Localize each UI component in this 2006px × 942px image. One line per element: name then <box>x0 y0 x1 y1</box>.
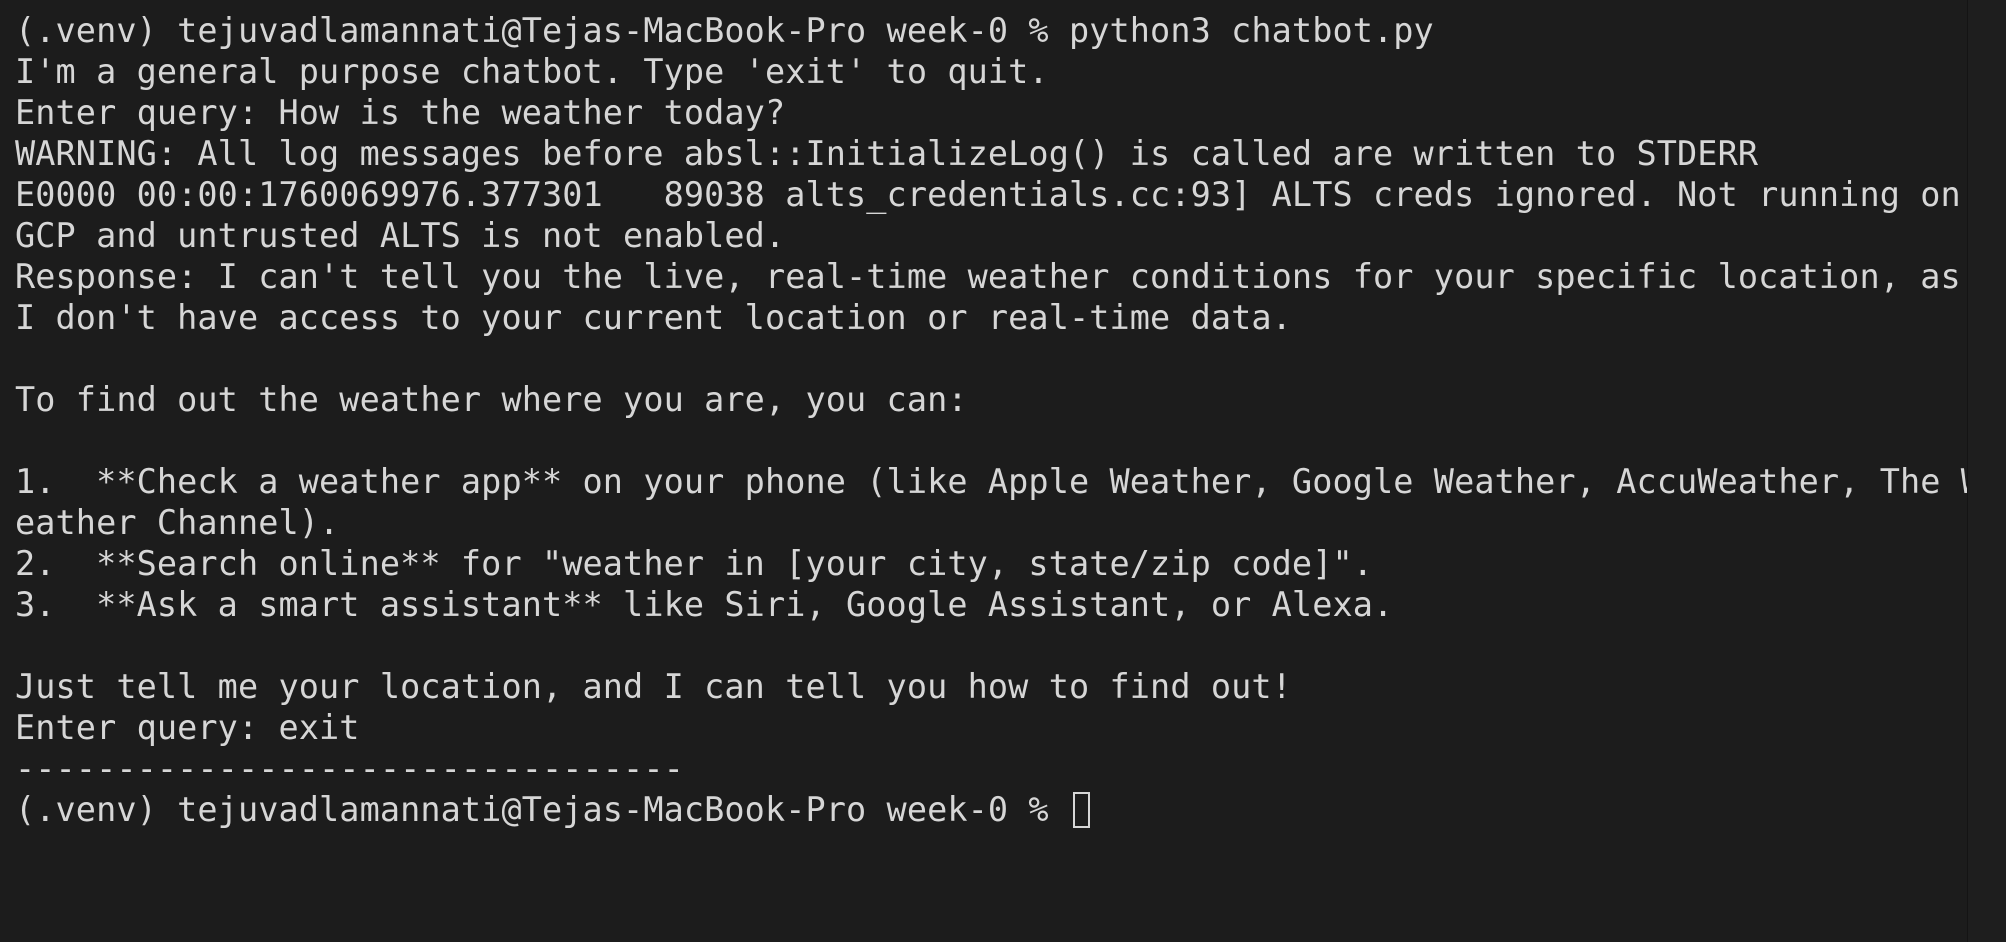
terminal-line: WARNING: All log messages before absl::I… <box>15 134 1759 173</box>
terminal-line: eather Channel). <box>15 503 340 542</box>
terminal-line: 1. **Check a weather app** on your phone… <box>15 462 1982 501</box>
terminal-line: Response: I can't tell you the live, rea… <box>15 257 1961 296</box>
terminal-window[interactable]: (.venv) tejuvadlamannati@Tejas-MacBook-P… <box>0 0 1982 942</box>
shell-prompt: (.venv) tejuvadlamannati@Tejas-MacBook-P… <box>15 790 1069 829</box>
terminal-line: 2. **Search online** for "weather in [yo… <box>15 544 1374 583</box>
terminal-line: I'm a general purpose chatbot. Type 'exi… <box>15 52 1049 91</box>
text-cursor <box>1072 792 1090 828</box>
terminal-line: To find out the weather where you are, y… <box>15 380 968 419</box>
terminal-line: Enter query: exit <box>15 708 360 747</box>
terminal-line: GCP and untrusted ALTS is not enabled. <box>15 216 786 255</box>
terminal-line: (.venv) tejuvadlamannati@Tejas-MacBook-P… <box>15 11 1434 50</box>
scrollbar-track[interactable] <box>1967 0 2006 942</box>
terminal-line: 3. **Ask a smart assistant** like Siri, … <box>15 585 1394 624</box>
terminal-prompt-line[interactable]: (.venv) tejuvadlamannati@Tejas-MacBook-P… <box>15 789 1968 830</box>
terminal-line: --------------------------------- <box>15 749 684 788</box>
terminal-line: Enter query: How is the weather today? <box>15 93 786 132</box>
terminal-line: Just tell me your location, and I can te… <box>15 667 1292 706</box>
terminal-line: I don't have access to your current loca… <box>15 298 1292 337</box>
terminal-line: E0000 00:00:1760069976.377301 89038 alts… <box>15 175 1961 214</box>
